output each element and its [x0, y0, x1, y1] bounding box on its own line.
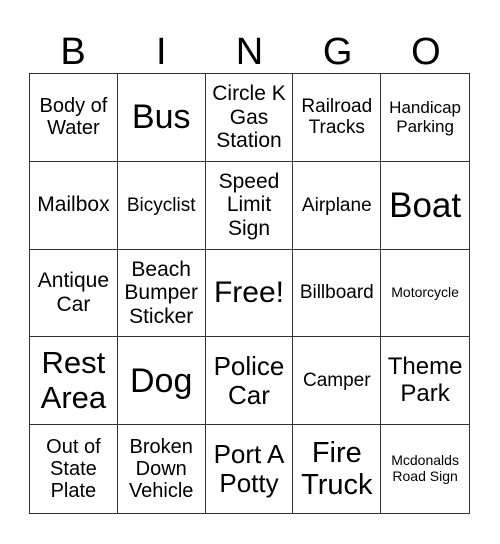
bingo-cell[interactable]: Motorcycle	[381, 250, 469, 338]
bingo-cell[interactable]: Rest Area	[30, 337, 118, 426]
bingo-cell[interactable]: Boat	[381, 162, 469, 250]
bingo-cell[interactable]: Billboard	[293, 249, 382, 338]
bingo-cell[interactable]: Camper	[293, 337, 382, 426]
bingo-cell[interactable]: Body of Water	[30, 74, 118, 162]
bingo-cell[interactable]: Circle K Gas Station	[205, 74, 294, 162]
header-letter-g: G	[322, 31, 353, 73]
bingo-cell[interactable]: Airplane	[293, 161, 382, 250]
bingo-cell[interactable]: Bicyclist	[117, 161, 206, 250]
bingo-cell[interactable]: Theme Park	[381, 337, 469, 426]
header-letter-b: B	[60, 31, 86, 73]
free-space-cell[interactable]: Free!	[205, 249, 294, 338]
bingo-cell[interactable]: Dog	[117, 337, 206, 426]
bingo-cell[interactable]: Railroad Tracks	[293, 74, 382, 162]
bingo-cell[interactable]: Handicap Parking	[381, 74, 469, 162]
bingo-cell[interactable]: Police Car	[205, 337, 294, 426]
bingo-cell[interactable]: Mailbox	[30, 161, 118, 250]
bingo-cell[interactable]: Speed Limit Sign	[205, 161, 294, 250]
bingo-cell[interactable]: Fire Truck	[293, 425, 382, 513]
header-letter-n: N	[235, 31, 264, 73]
bingo-cell[interactable]: Beach Bumper Sticker	[117, 249, 206, 338]
bingo-header: B I N G O	[29, 30, 470, 74]
bingo-cell[interactable]: Bus	[117, 74, 206, 162]
header-letter-i: I	[156, 31, 167, 73]
bingo-grid: Body of Water Bus Circle K Gas Station R…	[29, 73, 470, 514]
bingo-cell[interactable]: Mcdonalds Road Sign	[381, 425, 469, 513]
header-letter-o: O	[411, 31, 441, 73]
bingo-cell[interactable]: Broken Down Vehicle	[118, 425, 206, 513]
bingo-cell[interactable]: Port A Potty	[206, 425, 294, 513]
bingo-cell[interactable]: Out of State Plate	[30, 425, 118, 513]
bingo-cell[interactable]: Antique Car	[30, 249, 118, 338]
